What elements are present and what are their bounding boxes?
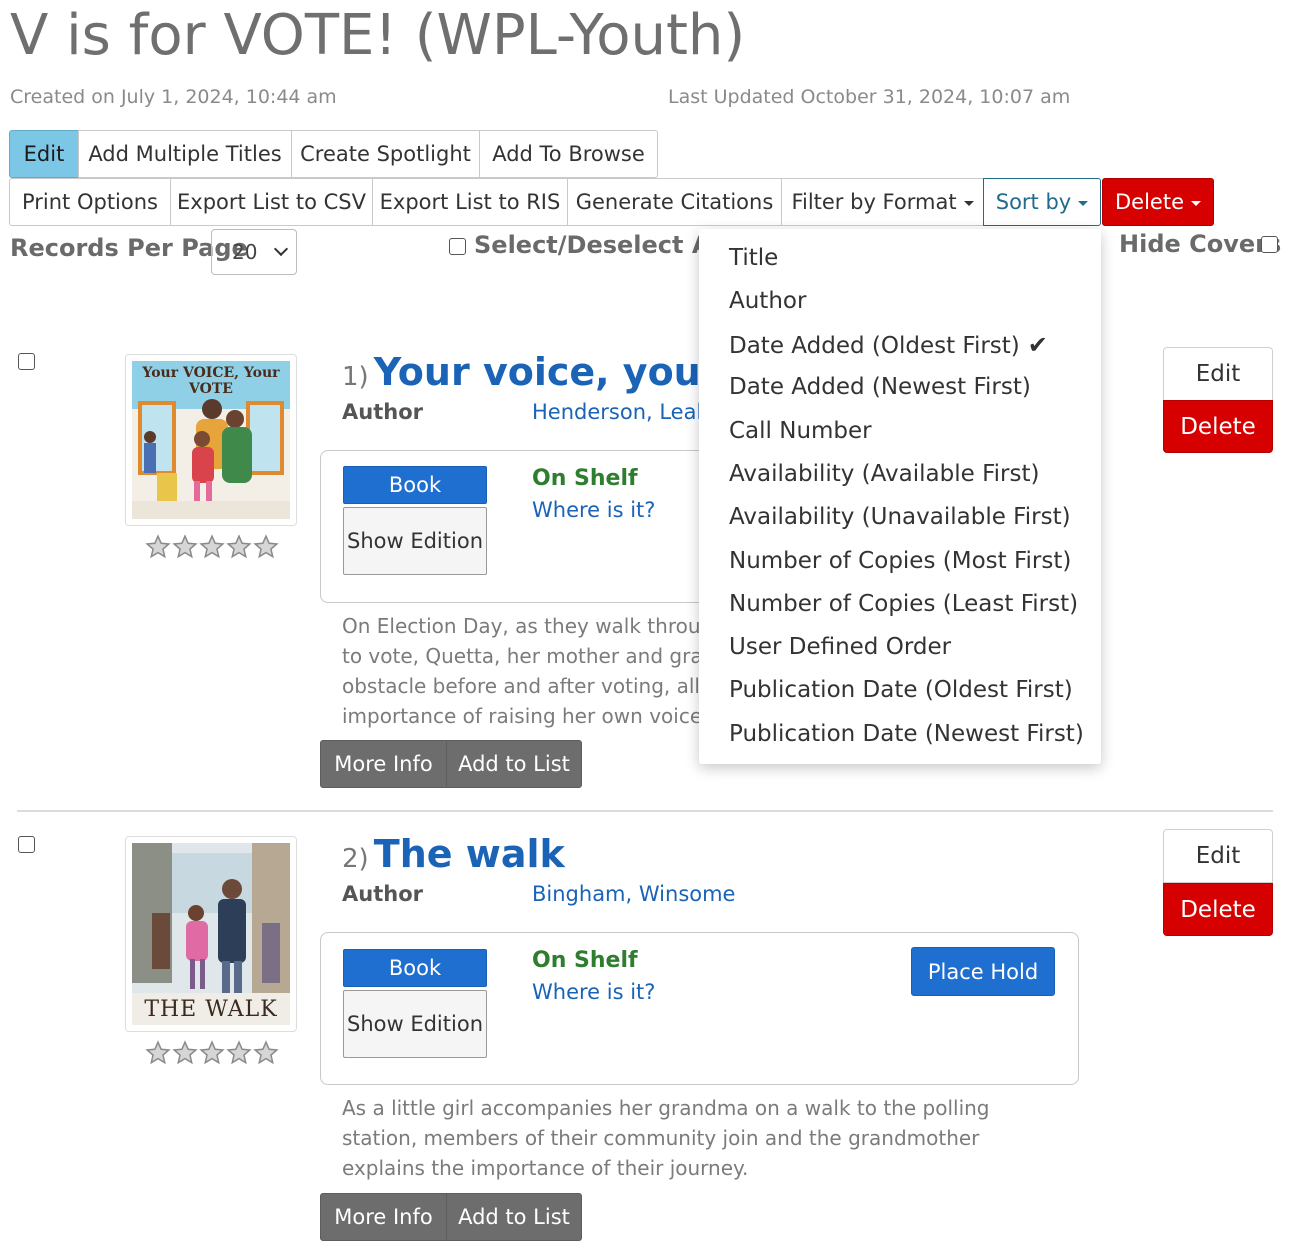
star-icon[interactable]	[253, 534, 279, 560]
book-cover[interactable]: THE WALK	[125, 836, 297, 1032]
book-cover[interactable]: Your VOICE, Your VOTE	[125, 354, 297, 526]
records-per-page-value: 20	[232, 240, 258, 264]
records-per-page-select[interactable]: 20	[211, 229, 297, 275]
cover-title-text: Your VOICE, Your VOTE	[142, 365, 280, 397]
checkmark-icon: ✔	[1027, 331, 1048, 359]
select-all-checkbox[interactable]	[449, 238, 466, 255]
sort-option-copies-least[interactable]: Number of Copies (Least First)	[729, 591, 1078, 617]
delete-list-label: Delete	[1115, 190, 1184, 214]
more-info-button[interactable]: More Info	[320, 740, 447, 788]
star-icon[interactable]	[199, 1040, 225, 1066]
author-link[interactable]: Bingham, Winsome	[532, 882, 735, 906]
where-is-it-link[interactable]: Where is it?	[532, 980, 655, 1004]
star-icon[interactable]	[199, 534, 225, 560]
hide-covers-label: Hide Covers	[1119, 230, 1282, 258]
sort-option-user-defined[interactable]: User Defined Order	[729, 634, 951, 660]
add-multiple-titles-button[interactable]: Add Multiple Titles	[78, 130, 292, 178]
record-delete-button[interactable]: Delete	[1163, 400, 1273, 453]
sort-by-label: Sort by	[995, 190, 1072, 214]
author-link[interactable]: Henderson, Leah	[532, 400, 710, 424]
star-icon[interactable]	[226, 1040, 252, 1066]
star-icon[interactable]	[253, 1040, 279, 1066]
availability-status: On Shelf	[532, 466, 638, 491]
rating-stars[interactable]	[145, 1040, 279, 1066]
created-date: Created on July 1, 2024, 10:44 am	[10, 86, 337, 108]
show-edition-button[interactable]: Show Edition	[343, 507, 487, 575]
edit-list-button[interactable]: Edit	[9, 130, 79, 178]
star-icon[interactable]	[172, 1040, 198, 1066]
place-hold-button[interactable]: Place Hold	[911, 947, 1055, 996]
generate-citations-button[interactable]: Generate Citations	[567, 178, 782, 226]
record-title-link[interactable]: The walk	[374, 832, 565, 876]
record-number: 2)	[342, 844, 369, 874]
author-label: Author	[342, 400, 423, 424]
more-info-button[interactable]: More Info	[320, 1193, 447, 1241]
cover-title-text: THE WALK	[144, 997, 278, 1022]
record-title-line: 2) The walk	[342, 832, 565, 876]
filter-by-format-button[interactable]: Filter by Format	[781, 178, 984, 226]
sort-option-author[interactable]: Author	[729, 288, 806, 314]
record-description: As a little girl accompanies her grandma…	[342, 1096, 990, 1180]
hide-covers-checkbox[interactable]	[1261, 236, 1278, 253]
sort-option-date-added-oldest[interactable]: Date Added (Oldest First) ✔	[729, 331, 1048, 359]
add-to-list-button[interactable]: Add to List	[446, 1193, 582, 1241]
format-button[interactable]: Book	[343, 466, 487, 504]
add-to-browse-button[interactable]: Add To Browse	[479, 130, 658, 178]
star-icon[interactable]	[145, 534, 171, 560]
record-edit-button[interactable]: Edit	[1163, 829, 1273, 883]
create-spotlight-button[interactable]: Create Spotlight	[291, 130, 480, 178]
record-delete-button[interactable]: Delete	[1163, 883, 1273, 936]
print-options-button[interactable]: Print Options	[9, 178, 171, 226]
caret-down-icon	[1078, 200, 1089, 206]
record-select-checkbox[interactable]	[18, 836, 35, 853]
select-all-label: Select/Deselect All	[474, 231, 727, 259]
sort-option-date-added-newest[interactable]: Date Added (Newest First)	[729, 374, 1031, 400]
show-edition-button[interactable]: Show Edition	[343, 990, 487, 1058]
export-ris-button[interactable]: Export List to RIS	[372, 178, 568, 226]
sort-by-button[interactable]: Sort by	[983, 178, 1101, 226]
format-button[interactable]: Book	[343, 949, 487, 987]
export-csv-button[interactable]: Export List to CSV	[170, 178, 373, 226]
star-icon[interactable]	[172, 534, 198, 560]
star-icon[interactable]	[226, 534, 252, 560]
add-to-list-button[interactable]: Add to List	[446, 740, 582, 788]
record-divider	[17, 810, 1273, 812]
record-edit-button[interactable]: Edit	[1163, 347, 1273, 401]
sort-option-pubdate-oldest[interactable]: Publication Date (Oldest First)	[729, 677, 1073, 703]
sort-option-availability-available[interactable]: Availability (Available First)	[729, 461, 1039, 487]
record-select-checkbox[interactable]	[18, 353, 35, 370]
where-is-it-link[interactable]: Where is it?	[532, 498, 655, 522]
sort-option-call-number[interactable]: Call Number	[729, 418, 872, 444]
caret-down-icon	[1191, 200, 1201, 206]
availability-status: On Shelf	[532, 948, 638, 973]
sort-option-copies-most[interactable]: Number of Copies (Most First)	[729, 548, 1071, 574]
caret-down-icon	[963, 200, 974, 206]
sort-option-pubdate-newest[interactable]: Publication Date (Newest First)	[729, 721, 1084, 747]
star-icon[interactable]	[145, 1040, 171, 1066]
filter-by-format-label: Filter by Format	[791, 190, 957, 214]
sort-option-title[interactable]: Title	[729, 245, 778, 271]
updated-date: Last Updated October 31, 2024, 10:07 am	[668, 86, 1071, 108]
delete-list-button[interactable]: Delete	[1102, 178, 1214, 226]
record-description-box: As a little girl accompanies her grandma…	[342, 1093, 1072, 1185]
rating-stars[interactable]	[145, 534, 279, 560]
author-label: Author	[342, 882, 423, 906]
sort-option-availability-unavailable[interactable]: Availability (Unavailable First)	[729, 504, 1071, 530]
chevron-down-icon	[273, 241, 289, 257]
sort-by-menu: Title Author Date Added (Oldest First) ✔ …	[699, 229, 1101, 764]
sort-option-label: Date Added (Oldest First)	[729, 333, 1020, 359]
record-number: 1)	[342, 362, 369, 392]
page-title: V is for VOTE! (WPL-Youth)	[10, 3, 746, 68]
